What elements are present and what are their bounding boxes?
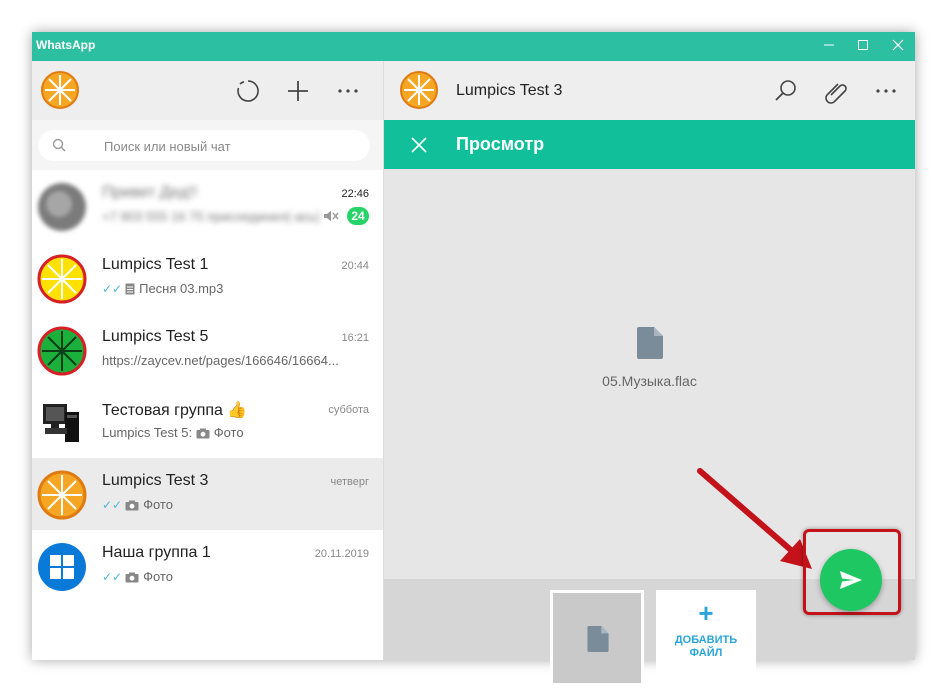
chat-name: Lumpics Test 3	[102, 472, 209, 489]
chat-time: суббота	[328, 404, 369, 416]
lime-avatar	[37, 326, 87, 376]
chat-name: Привет Дед!!	[102, 184, 198, 201]
chat-header: Lumpics Test 3	[384, 61, 915, 120]
preview-sender: Lumpics Test 5:	[102, 425, 193, 440]
chat-preview-wrap: Lumpics Test 5: Фото	[102, 425, 372, 440]
chat-item-2[interactable]: Lumpics Test 5 16:21 https://zaycev.net/…	[32, 314, 383, 387]
avatar-blurred	[38, 183, 86, 231]
chat-item-0[interactable]: Привет Дед!! 22:46 +7 903 555 16 75 прис…	[32, 170, 383, 243]
chat-name: Lumpics Test 5	[102, 328, 209, 345]
preview-bar: Просмотр	[384, 120, 915, 169]
contact-avatar[interactable]	[400, 71, 438, 109]
chat-preview: Фото	[143, 569, 173, 584]
maximize-button[interactable]	[846, 32, 880, 61]
minimize-icon	[824, 44, 834, 46]
muted-icon	[324, 210, 339, 222]
new-chat-icon[interactable]	[282, 75, 314, 107]
my-avatar[interactable]	[41, 71, 79, 109]
search-area	[32, 120, 383, 170]
camera-icon	[125, 572, 139, 583]
chat-name: Lumpics Test 1	[102, 256, 209, 273]
camera-icon	[196, 428, 210, 439]
chat-time: 20:44	[341, 260, 369, 272]
chat-item-1[interactable]: Lumpics Test 1 20:44 ✓✓ Песня 03.mp3	[32, 242, 383, 315]
search-icon	[52, 138, 66, 152]
attachment-thumbnail[interactable]	[550, 590, 644, 686]
chat-name: Тестовая группа 👍	[102, 402, 248, 419]
double-check-icon: ✓✓	[102, 282, 123, 296]
close-window-button[interactable]	[881, 32, 915, 61]
chat-preview: https://zaycev.net/pages/166646/16664...	[102, 353, 339, 368]
attach-icon[interactable]	[820, 75, 852, 107]
file-preview-area: 05.Музыка.flac	[384, 169, 915, 579]
chat-preview-wrap: ✓✓ Песня 03.mp3	[102, 281, 372, 296]
send-icon	[840, 571, 862, 589]
file-name: 05.Музыка.flac	[602, 373, 697, 389]
orange-avatar	[37, 470, 87, 520]
search-messages-icon[interactable]	[770, 75, 802, 107]
title-bar: WhatsApp	[32, 32, 915, 61]
computer-avatar	[43, 404, 79, 442]
chat-preview: +7 903 555 16 75 присоединил(-ась)	[102, 209, 320, 224]
chat-item-5[interactable]: Наша группа 1 20.11.2019 ✓✓ Фото	[32, 530, 383, 602]
file-thumb-icon	[587, 626, 609, 652]
chat-name: Наша группа 1	[102, 544, 211, 561]
double-check-icon: ✓✓	[102, 498, 123, 512]
unread-badge: 24	[347, 207, 369, 225]
search-input[interactable]	[102, 136, 356, 156]
window-title: WhatsApp	[36, 38, 96, 52]
chat-time: четверг	[330, 476, 370, 488]
chat-menu-icon[interactable]	[870, 75, 902, 107]
chat-time: 16:21	[341, 332, 369, 344]
chat-time: 22:46	[341, 188, 369, 200]
camera-icon	[125, 500, 139, 511]
double-check-icon: ✓✓	[102, 570, 123, 584]
status-icon[interactable]	[232, 75, 264, 107]
close-preview-icon[interactable]	[410, 136, 428, 154]
send-button[interactable]	[820, 549, 882, 611]
menu-icon[interactable]	[332, 75, 364, 107]
minimize-button[interactable]	[812, 32, 846, 61]
contact-name[interactable]: Lumpics Test 3	[456, 82, 562, 100]
document-icon	[125, 283, 135, 295]
chat-list-panel: Привет Дед!! 22:46 +7 903 555 16 75 прис…	[32, 61, 384, 660]
preview-title: Просмотр	[456, 134, 545, 154]
add-file-label: ДОБАВИТЬ ФАЙЛ	[674, 634, 738, 659]
close-icon	[892, 39, 904, 51]
chat-item-3[interactable]: Тестовая группа 👍 суббота Lumpics Test 5…	[32, 386, 383, 459]
file-icon	[637, 327, 663, 359]
chat-preview: Фото	[143, 497, 173, 512]
chat-preview-wrap: ✓✓ Фото	[102, 569, 372, 584]
search-box	[38, 130, 370, 161]
sidebar-header	[32, 61, 383, 120]
plus-icon: +	[698, 598, 714, 628]
lemon-avatar	[37, 254, 87, 304]
chat-preview: Фото	[213, 425, 244, 440]
chat-item-4[interactable]: Lumpics Test 3 четверг ✓✓ Фото	[32, 458, 383, 531]
maximize-icon	[858, 40, 868, 50]
chat-preview: Песня 03.mp3	[139, 281, 224, 296]
chat-time: 20.11.2019	[314, 548, 369, 560]
add-file-button[interactable]: + ДОБАВИТЬ ФАЙЛ	[656, 590, 756, 686]
whatsapp-window: WhatsApp Поиск или новый чат Привет Дед!…	[32, 32, 915, 686]
conversation-panel: Lumpics Test 3 Просмотр 05.Музыка.flac +…	[384, 61, 915, 686]
chat-preview-wrap: ✓✓ Фото	[102, 497, 372, 512]
windows-avatar	[38, 543, 86, 591]
